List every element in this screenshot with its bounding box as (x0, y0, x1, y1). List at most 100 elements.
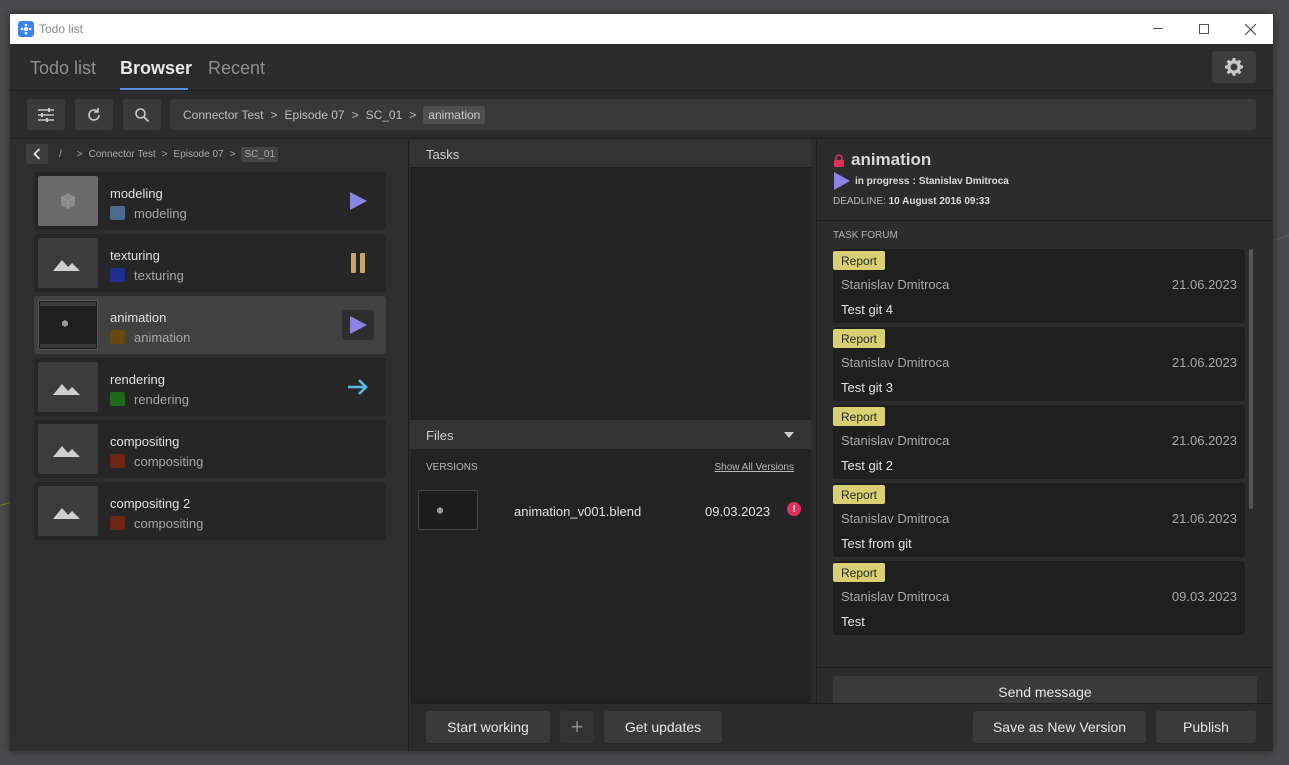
task-detail-panel: animation in progress : Stanislav Dmitro… (816, 140, 1273, 707)
active-tab-indicator (120, 88, 188, 90)
task-type: rendering (134, 392, 189, 407)
task-status-play[interactable] (342, 310, 374, 340)
task-item-compositing-2[interactable]: compositing 2 compositing (34, 482, 386, 540)
show-all-versions-link[interactable]: Show All Versions (715, 462, 795, 473)
search-button[interactable] (123, 99, 161, 130)
message-tag: Report (833, 407, 886, 426)
refresh-button[interactable] (75, 99, 113, 130)
task-type-color (110, 268, 125, 282)
tab-todo-list[interactable]: Todo list (30, 58, 96, 79)
deadline: DEADLINE: 10 August 2016 09:33 (833, 196, 990, 207)
task-thumbnail (38, 362, 98, 412)
breadcrumb-item[interactable]: Episode 07 (174, 149, 224, 160)
task-status-pause[interactable] (342, 248, 374, 278)
task-item-rendering[interactable]: rendering rendering (34, 358, 386, 416)
message-tag: Report (833, 563, 886, 582)
task-thumbnail (38, 300, 98, 350)
path-bar[interactable]: Connector Test > Episode 07 > SC_01 > an… (170, 99, 1256, 130)
scene-preview-icon (40, 302, 96, 348)
cube-icon (60, 193, 76, 209)
files-section-header[interactable]: Files (410, 420, 811, 449)
message-date: 21.06.2023 (1171, 277, 1237, 292)
image-placeholder-icon (53, 446, 80, 457)
settings-button[interactable] (1212, 51, 1256, 83)
deadline-label: DEADLINE: (833, 196, 886, 207)
back-button[interactable] (26, 144, 48, 164)
task-item-animation[interactable]: animation animation (34, 296, 386, 354)
task-thumbnail (38, 176, 98, 226)
task-name: texturing (110, 248, 160, 263)
get-updates-button[interactable]: Get updates (604, 711, 722, 743)
task-type-color (110, 516, 125, 530)
task-status-play[interactable] (342, 186, 374, 216)
tab-browser[interactable]: Browser (120, 58, 192, 79)
breadcrumb-separator: > (161, 148, 168, 160)
filter-button[interactable] (27, 99, 65, 130)
start-working-button[interactable]: Start working (426, 711, 550, 743)
message-author: Stanislav Dmitroca (841, 589, 950, 604)
task-type: compositing (134, 454, 204, 469)
forum-message: Report Stanislav Dmitroca 09.03.2023 Tes… (833, 561, 1245, 635)
path-segment[interactable]: Episode 07 (285, 108, 345, 122)
task-name: compositing (110, 434, 180, 449)
minimize-button[interactable] (1135, 14, 1181, 44)
refresh-icon (88, 107, 100, 121)
message-author: Stanislav Dmitroca (841, 511, 950, 526)
message-text: Test from git (841, 536, 912, 551)
forum-message: Report Stanislav Dmitroca 21.06.2023 Tes… (833, 405, 1245, 479)
task-name: animation (110, 310, 167, 325)
forum-message: Report Stanislav Dmitroca 21.06.2023 Tes… (833, 327, 1245, 401)
breadcrumb-root[interactable]: / (59, 149, 62, 160)
task-browser-panel: / > Connector Test > Episode 07 > SC_01 … (10, 140, 409, 751)
breadcrumb-item-current[interactable]: SC_01 (241, 146, 279, 162)
tab-recent[interactable]: Recent (208, 58, 265, 79)
message-date: 21.06.2023 (1171, 355, 1237, 370)
add-button[interactable]: + (560, 711, 594, 743)
message-text: Test (841, 614, 865, 629)
title-bar: Todo list (10, 14, 1273, 44)
error-icon[interactable]: ! (787, 502, 801, 516)
task-type: compositing (134, 516, 204, 531)
task-detail-title: animation (851, 150, 932, 169)
task-item-compositing[interactable]: compositing compositing (34, 420, 386, 478)
tasks-section-header[interactable]: Tasks (410, 140, 811, 168)
version-date: 09.03.2023 (705, 504, 771, 519)
pause-icon (351, 253, 365, 273)
close-button[interactable] (1227, 14, 1273, 44)
task-status-arrow[interactable] (342, 372, 374, 402)
maximize-button[interactable] (1181, 14, 1227, 44)
path-segment-current[interactable]: animation (423, 105, 486, 124)
breadcrumb-separator: > (76, 148, 83, 160)
divider (817, 667, 1273, 668)
image-placeholder-icon (53, 260, 80, 271)
task-item-modeling[interactable]: modeling modeling (34, 172, 386, 230)
assignee-name: Stanislav Dmitroca (918, 175, 1009, 187)
arrow-right-icon (348, 379, 368, 395)
status-label: in progress (855, 175, 910, 187)
forum-message: Report Stanislav Dmitroca 21.06.2023 Tes… (833, 249, 1245, 323)
task-name: modeling (110, 186, 163, 201)
play-icon (350, 192, 367, 210)
forum-scrollbar[interactable] (1249, 249, 1253, 509)
forum-message: Report Stanislav Dmitroca 21.06.2023 Tes… (833, 483, 1245, 557)
toolbar: Connector Test > Episode 07 > SC_01 > an… (10, 91, 1273, 139)
task-forum-label: TASK FORUM (833, 230, 898, 241)
publish-button[interactable]: Publish (1156, 711, 1256, 743)
main-tabs: Todo list Browser Recent (10, 44, 1273, 91)
task-thumbnail (38, 486, 98, 536)
save-new-version-button[interactable]: Save as New Version (973, 711, 1146, 743)
version-row[interactable]: animation_v001.blend 09.03.2023 ! (418, 490, 804, 532)
message-date: 21.06.2023 (1171, 511, 1237, 526)
message-tag: Report (833, 251, 886, 270)
breadcrumb-item[interactable]: Connector Test (89, 149, 156, 160)
window-title: Todo list (39, 22, 84, 36)
message-text: Test git 2 (841, 458, 894, 473)
gear-icon (1225, 58, 1243, 76)
path-segment[interactable]: SC_01 (366, 108, 403, 122)
breadcrumb-separator: > (229, 148, 236, 160)
version-filename: animation_v001.blend (514, 504, 642, 519)
message-tag: Report (833, 485, 886, 504)
task-type-color (110, 330, 125, 344)
path-segment[interactable]: Connector Test (183, 108, 264, 122)
task-item-texturing[interactable]: texturing texturing (34, 234, 386, 292)
